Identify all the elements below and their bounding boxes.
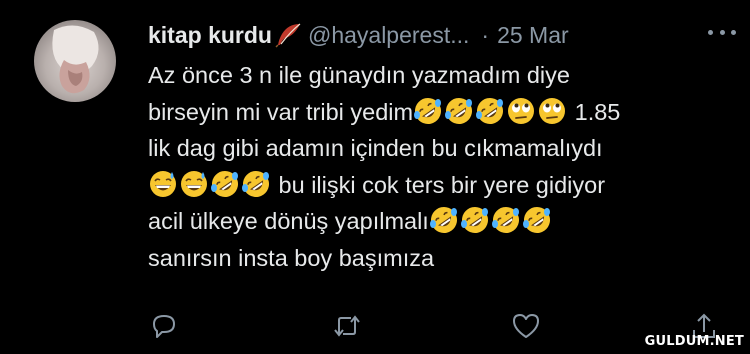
more-icon[interactable]: [708, 22, 736, 42]
author-handle[interactable]: @hayalperest...: [308, 22, 469, 49]
feather-icon: [274, 22, 302, 48]
rofl-emoji-icon: [241, 169, 271, 199]
tweet-text-line: birseyin mi var tribi yedim 1.85: [148, 94, 738, 131]
avatar-photo: [34, 20, 116, 102]
tweet: kitap kurdu @hayalperest... · 25 Mar Az …: [0, 0, 750, 354]
sweat-smile-emoji-icon: [148, 169, 178, 199]
rofl-emoji-icon: [210, 169, 240, 199]
tweet-date[interactable]: 25 Mar: [497, 22, 569, 49]
sweat-smile-emoji-icon: [179, 169, 209, 199]
rofl-emoji-icon: [522, 205, 552, 235]
rofl-emoji-icon: [413, 96, 443, 126]
author-name[interactable]: kitap kurdu: [148, 22, 272, 49]
eye-roll-emoji-icon: [537, 96, 567, 126]
tweet-text-segment: Az önce 3 n ile günaydın yazmadım diye: [148, 62, 570, 88]
tweet-text-segment: lik dag gibi adamın içinden bu cıkmamalı…: [148, 135, 603, 162]
tweet-text-segment: acil ülkeye dönüş yapılmalı: [148, 208, 429, 235]
tweet-text-line: bu ilişki cok ters bir yere gidiyor: [148, 167, 738, 204]
like-icon[interactable]: [510, 310, 542, 342]
tweet-text: Az önce 3 n ile günaydın yazmadım diye bi…: [148, 57, 738, 277]
tweet-text-segment: birseyin mi var tribi yedim: [148, 98, 414, 125]
retweet-icon[interactable]: [331, 310, 363, 342]
eye-roll-emoji-icon: [506, 96, 536, 126]
rofl-emoji-icon: [444, 96, 474, 126]
tweet-text-line: Az önce 3 n ile günaydın yazmadım diye: [148, 57, 738, 94]
tweet-text-line: sanırsın insta boy başımıza: [148, 240, 738, 277]
tweet-text-segment: 1.85: [568, 98, 621, 125]
rofl-emoji-icon: [460, 205, 490, 235]
tweet-text-line: acil ülkeye dönüş yapılmalı: [148, 203, 738, 240]
separator-dot: ·: [481, 21, 490, 48]
tweet-header: kitap kurdu @hayalperest... · 25 Mar: [148, 18, 730, 52]
tweet-text-segment: bu ilişki cok ters bir yere gidiyor: [272, 171, 606, 198]
reply-icon[interactable]: [148, 310, 180, 342]
rofl-emoji-icon: [475, 96, 505, 126]
tweet-text-segment: sanırsın insta boy başımıza: [148, 244, 435, 271]
watermark: GULDUM.NET: [644, 334, 744, 349]
action-bar: [148, 310, 718, 342]
tweet-text-line: lik dag gibi adamın içinden bu cıkmamalı…: [148, 130, 738, 167]
avatar[interactable]: [34, 20, 116, 102]
rofl-emoji-icon: [429, 205, 459, 235]
rofl-emoji-icon: [491, 205, 521, 235]
